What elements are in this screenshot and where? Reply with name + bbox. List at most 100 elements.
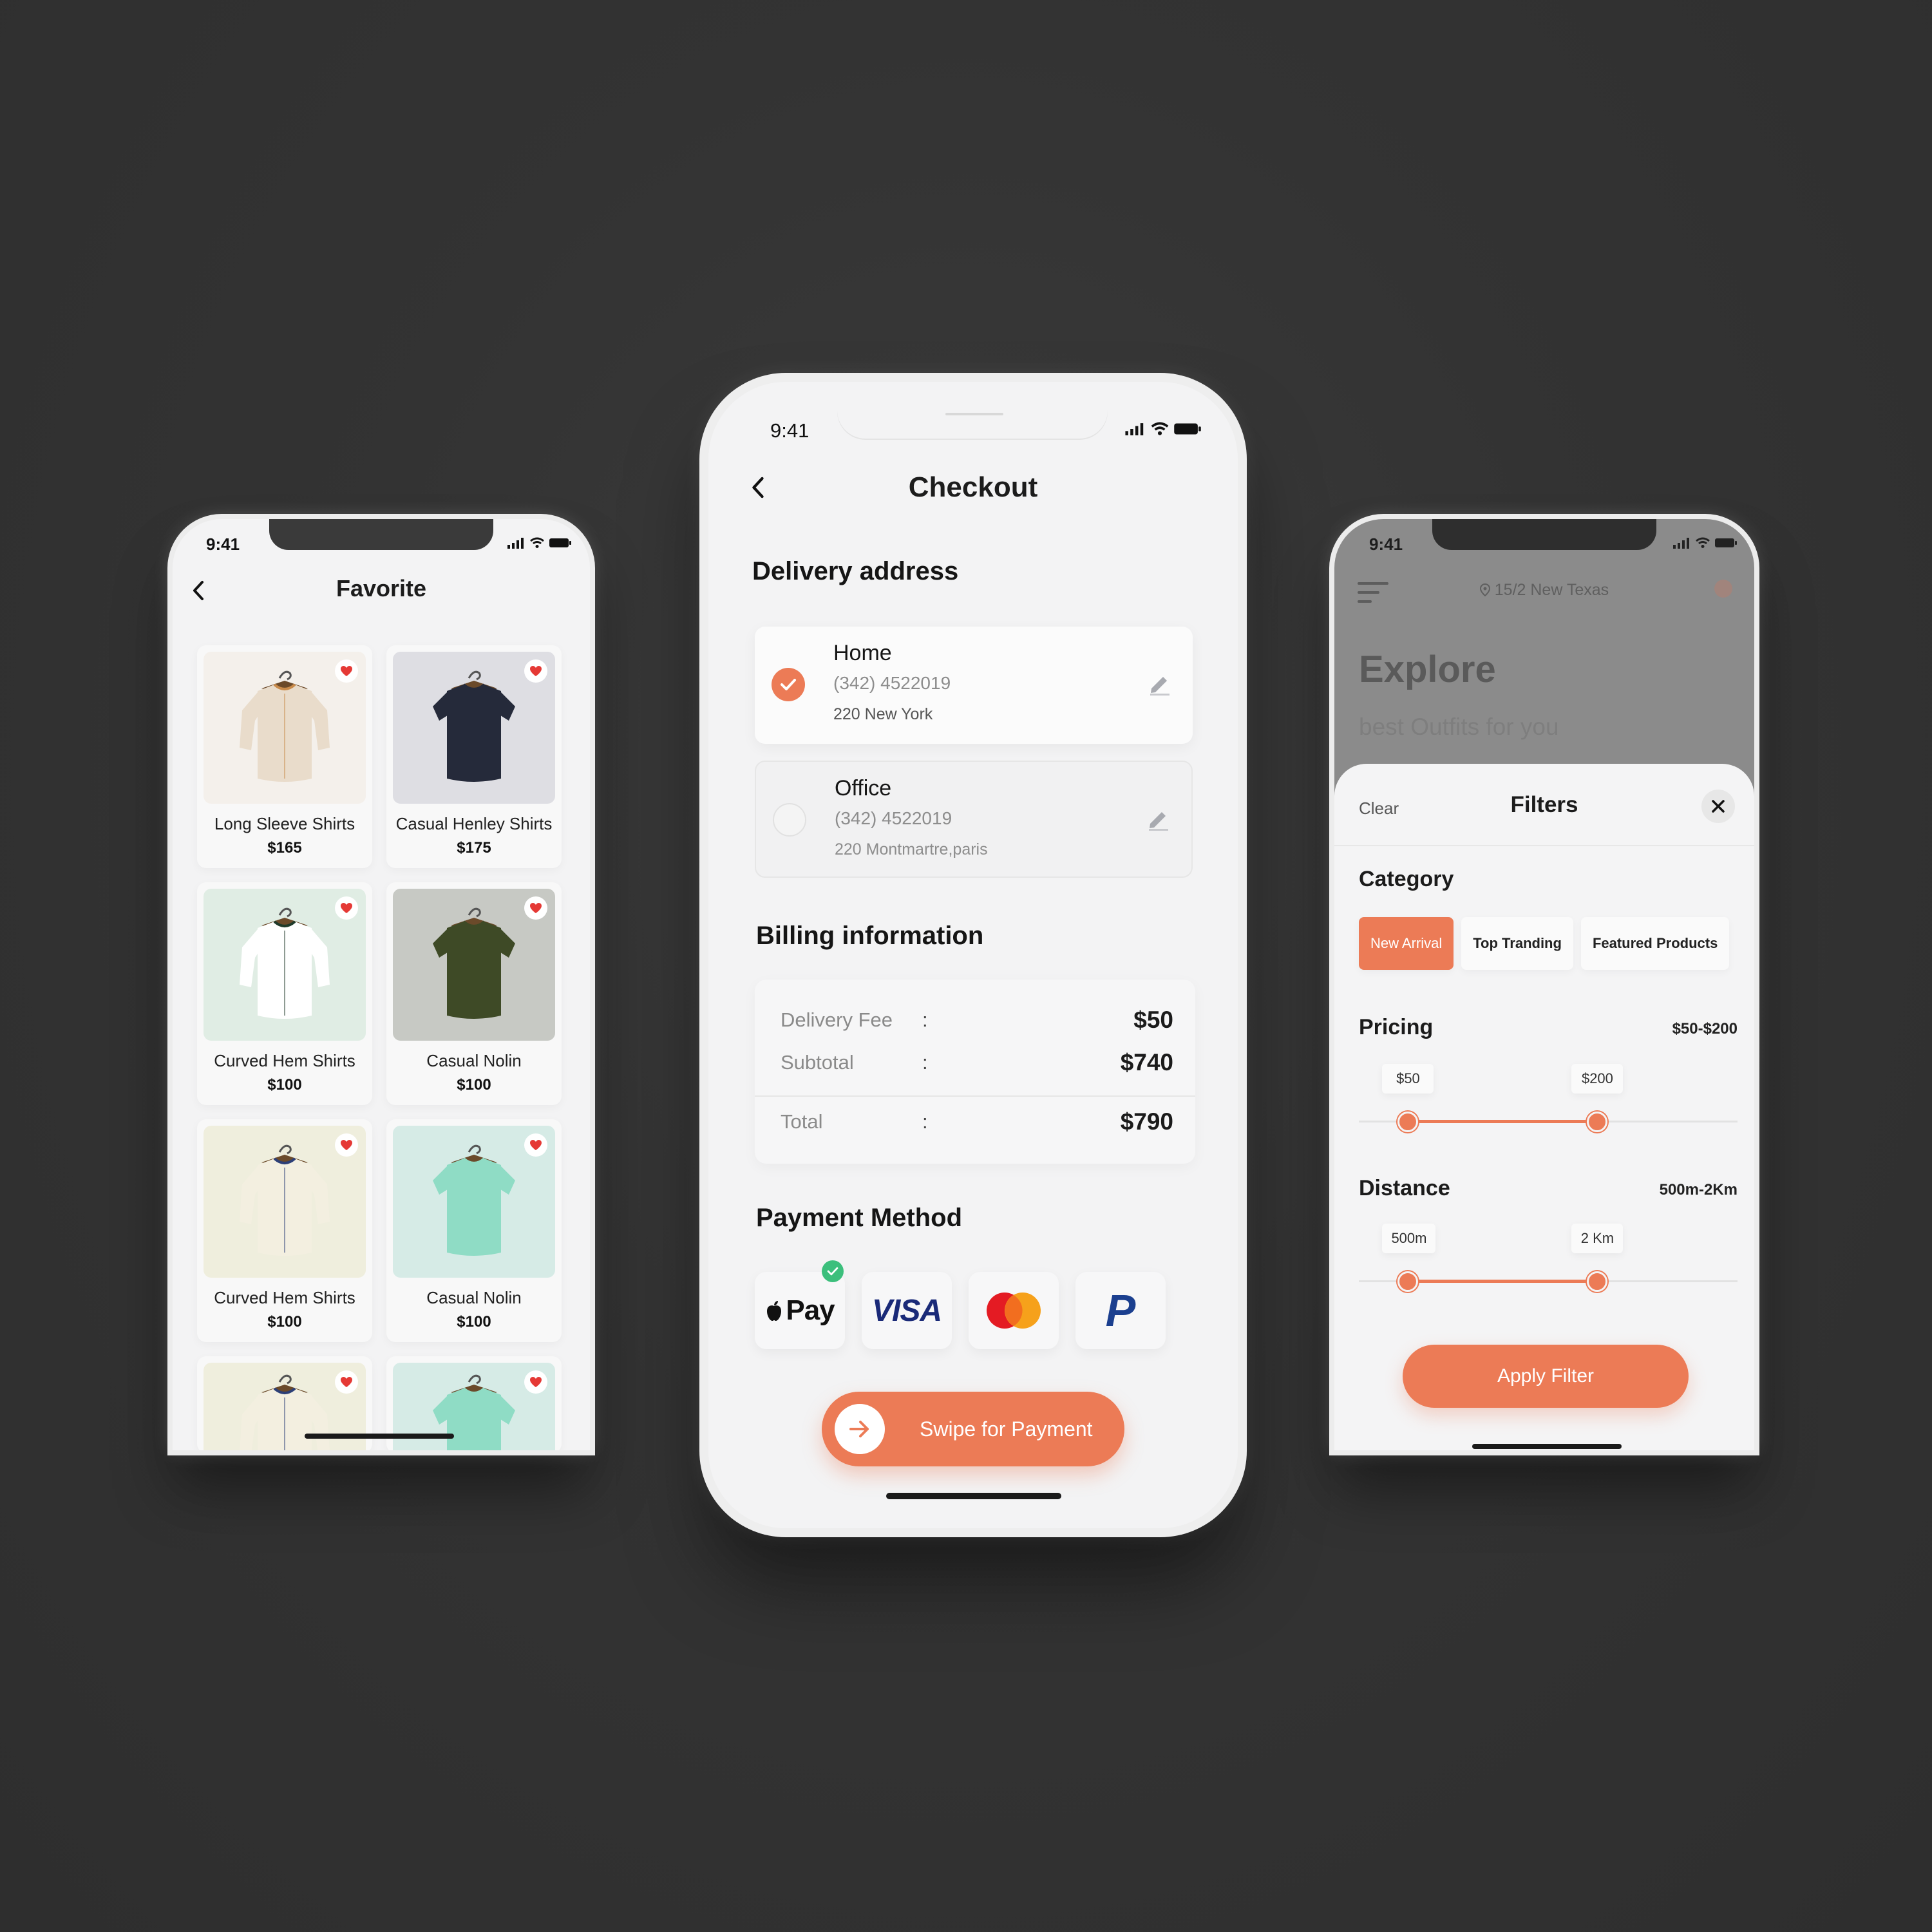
page-title: Checkout (908, 471, 1038, 503)
swipe-handle[interactable] (835, 1404, 885, 1454)
shirt-icon (236, 902, 334, 1028)
slider-max-thumb[interactable] (1587, 1112, 1608, 1132)
close-icon (1712, 800, 1725, 813)
payment-visa[interactable]: VISA (862, 1272, 952, 1349)
payment-paypal[interactable]: P (1075, 1272, 1166, 1349)
product-name: Casual Henley Shirts (395, 814, 553, 833)
slider-min-thumb[interactable] (1397, 1271, 1419, 1292)
billing-summary: Delivery Fee : $50 Subtotal : $740 Total… (755, 980, 1195, 1164)
heart-icon[interactable] (335, 1133, 358, 1157)
chip-top-tranding[interactable]: Top Tranding (1461, 917, 1573, 970)
product-name: Casual Nolin (426, 1051, 522, 1070)
pricing-range-value: $50-$200 (1672, 1020, 1738, 1037)
heart-icon[interactable] (524, 1133, 547, 1157)
bill-colon: : (922, 1009, 928, 1031)
arrow-right-icon (849, 1421, 869, 1437)
bill-value: $50 (1133, 1007, 1173, 1033)
heart-icon[interactable] (524, 1370, 547, 1394)
product-card[interactable]: Curved Hem Shirts $100 (197, 1119, 372, 1342)
bill-row-delivery: Delivery Fee : $50 (781, 1007, 1173, 1034)
edit-icon[interactable] (1145, 669, 1173, 697)
slider-fill (1408, 1120, 1598, 1123)
product-image (204, 1126, 366, 1278)
category-chips: New Arrival Top Tranding Featured Produc… (1359, 917, 1730, 970)
radio-checked[interactable] (772, 668, 805, 701)
edit-icon[interactable] (1144, 804, 1172, 833)
distance-label: Distance (1359, 1176, 1450, 1200)
delivery-address-title: Delivery address (752, 557, 959, 585)
back-chevron-icon[interactable] (191, 580, 206, 601)
slider-fill (1408, 1280, 1598, 1283)
pricing-slider[interactable]: $50 $200 (1359, 1064, 1738, 1141)
home-indicator (305, 1434, 454, 1439)
sheet-header: Clear Filters (1334, 764, 1754, 846)
address-card-office[interactable]: Office (342) 4522019 220 Montmartre,pari… (755, 761, 1193, 878)
apply-filter-button[interactable]: Apply Filter (1403, 1345, 1689, 1408)
radio-unchecked[interactable] (773, 803, 806, 837)
speaker-grille (945, 413, 1003, 415)
heart-icon[interactable] (524, 659, 547, 683)
payment-methods: Pay VISA P (755, 1260, 1166, 1349)
heart-icon[interactable] (335, 659, 358, 683)
mastercard-logo-icon (987, 1293, 1041, 1329)
chip-new-arrival[interactable]: New Arrival (1359, 917, 1454, 970)
bill-row-subtotal: Subtotal : $740 (781, 1049, 1173, 1076)
header: Favorite (173, 569, 590, 608)
explore-subtitle: best Outfits for you (1359, 714, 1559, 740)
distance-slider[interactable]: 500m 2 Km (1359, 1224, 1738, 1301)
swipe-label: Swipe for Payment (920, 1417, 1093, 1441)
check-icon (781, 679, 796, 690)
product-card[interactable]: Long Sleeve Shirts $165 (197, 645, 372, 868)
slider-min-thumb[interactable] (1397, 1112, 1419, 1132)
notification-icon (1714, 580, 1732, 598)
slider-min-tooltip: $50 (1382, 1064, 1434, 1094)
bill-row-total: Total : $790 (781, 1108, 1173, 1135)
address-card-home[interactable]: Home (342) 4522019 220 New York (755, 627, 1193, 744)
wifi-icon (530, 537, 544, 548)
swipe-for-payment-button[interactable]: Swipe for Payment (822, 1392, 1124, 1466)
battery-icon (1174, 423, 1201, 435)
product-price: $100 (457, 1313, 491, 1331)
chip-featured-products[interactable]: Featured Products (1580, 917, 1730, 970)
payment-mastercard[interactable] (969, 1272, 1059, 1349)
product-price: $165 (267, 839, 302, 857)
address-phone: (342) 4522019 (833, 673, 951, 693)
signal-icon (1125, 423, 1144, 435)
status-icons (1673, 537, 1738, 549)
product-price: $100 (267, 1313, 302, 1331)
bill-label: Delivery Fee (781, 1009, 893, 1031)
heart-icon[interactable] (335, 1370, 358, 1394)
product-card[interactable]: Casual Nolin $100 (386, 1119, 562, 1342)
phone-notch (1432, 519, 1656, 550)
signal-icon (507, 538, 524, 549)
status-time: 9:41 (770, 419, 810, 442)
product-card[interactable]: Curved Hem Shirts $100 (197, 882, 372, 1105)
paypal-logo: P (1105, 1285, 1136, 1336)
shirt-icon (425, 902, 523, 1028)
phone-notch (837, 382, 1108, 440)
home-indicator (886, 1493, 1061, 1499)
shirt-icon (425, 1139, 523, 1265)
slider-max-thumb[interactable] (1587, 1271, 1608, 1292)
location-label: 15/2 New Texas (1334, 581, 1754, 600)
product-image (393, 889, 555, 1041)
payment-method-title: Payment Method (756, 1204, 963, 1232)
shirt-icon (236, 1139, 334, 1265)
back-chevron-icon[interactable] (750, 475, 766, 500)
heart-icon[interactable] (335, 896, 358, 920)
close-button[interactable] (1701, 790, 1735, 823)
home-indicator (1472, 1444, 1622, 1449)
status-icons (507, 537, 572, 549)
payment-applepay[interactable]: Pay (755, 1260, 845, 1349)
selected-check-icon (822, 1260, 844, 1282)
pricing-label: Pricing (1359, 1015, 1434, 1039)
slider-max-tooltip: $200 (1571, 1064, 1624, 1094)
product-card[interactable]: Casual Henley Shirts $175 (386, 645, 562, 868)
product-price: $175 (457, 839, 491, 857)
product-card[interactable]: Casual Nolin $100 (386, 882, 562, 1105)
favorite-grid: Long Sleeve Shirts $165 Casual Henley Shir… (197, 645, 562, 1450)
heart-icon[interactable] (524, 896, 547, 920)
product-price: $100 (267, 1076, 302, 1094)
explore-title: Explore (1359, 649, 1496, 690)
explore-header-dimmed: 9:41 15/2 New Texas Explore best Outfits… (1334, 519, 1754, 777)
